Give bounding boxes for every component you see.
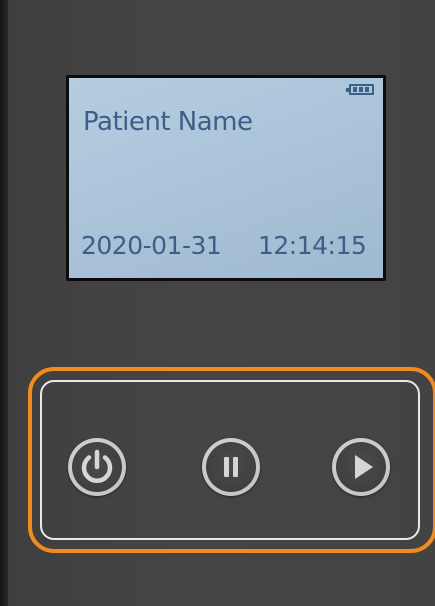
pause-icon — [224, 457, 238, 477]
device-edge — [0, 0, 8, 606]
power-icon — [81, 449, 113, 483]
lcd-time: 12:14:15 — [258, 231, 367, 260]
power-button[interactable] — [68, 438, 126, 496]
lcd-screen: Patient Name 2020-01-31 12:14:15 — [69, 78, 383, 278]
pause-button[interactable] — [202, 438, 260, 496]
play-icon — [355, 455, 373, 479]
play-button[interactable] — [332, 438, 390, 496]
lcd-date: 2020-01-31 — [81, 231, 222, 260]
battery-full-icon — [346, 84, 374, 95]
patient-name: Patient Name — [83, 107, 253, 137]
